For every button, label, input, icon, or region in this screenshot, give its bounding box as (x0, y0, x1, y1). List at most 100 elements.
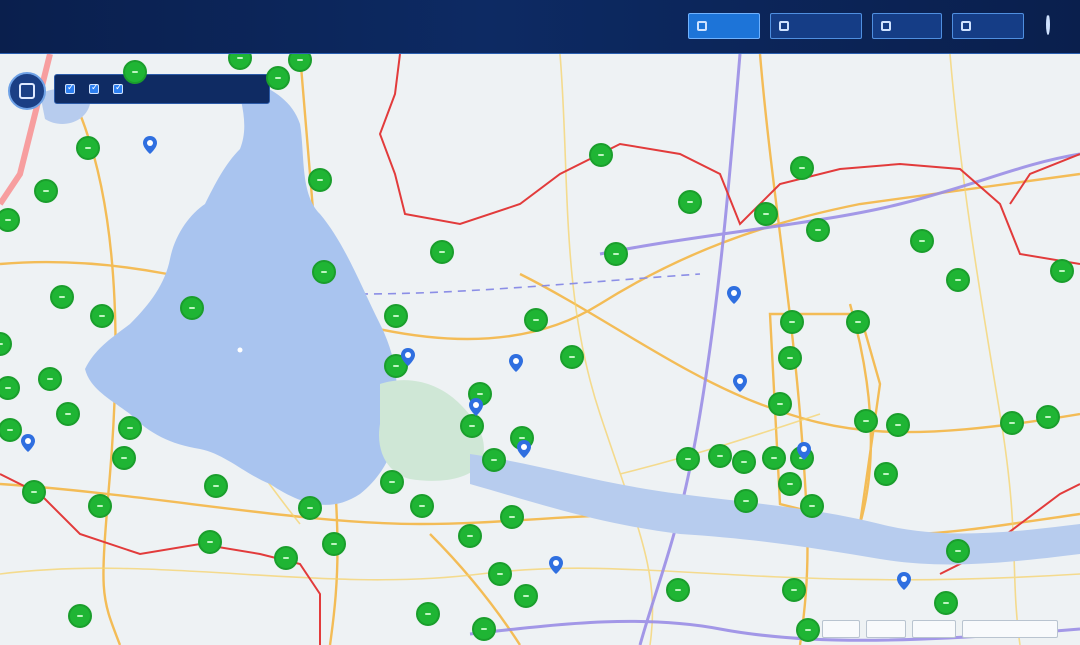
station-marker[interactable] (762, 446, 786, 470)
station-marker[interactable] (322, 532, 346, 556)
station-marker[interactable] (482, 448, 506, 472)
station-marker[interactable] (732, 450, 756, 474)
station-marker[interactable] (204, 474, 228, 498)
marker-number (65, 413, 71, 415)
marker-number (809, 505, 815, 507)
station-marker[interactable] (666, 578, 690, 602)
location-pin-icon[interactable] (401, 348, 415, 366)
station-marker[interactable] (123, 60, 147, 84)
location-pin-icon[interactable] (733, 374, 747, 392)
station-marker[interactable] (676, 447, 700, 471)
marker-number (763, 213, 769, 215)
station-marker[interactable] (410, 494, 434, 518)
station-marker[interactable] (782, 578, 806, 602)
station-marker[interactable] (308, 168, 332, 192)
checkbox-checked-icon[interactable] (89, 82, 99, 94)
station-marker[interactable] (274, 546, 298, 570)
nav-button-3[interactable] (872, 13, 942, 39)
location-pin-icon[interactable] (897, 572, 911, 590)
station-marker[interactable] (500, 505, 524, 529)
checkbox-checked-icon[interactable] (113, 82, 123, 94)
station-marker[interactable] (198, 530, 222, 554)
station-marker[interactable] (22, 480, 46, 504)
location-pin-icon[interactable] (469, 398, 483, 416)
station-marker[interactable] (380, 470, 404, 494)
station-marker[interactable] (708, 444, 732, 468)
location-pin-icon[interactable] (517, 440, 531, 458)
layer-checkbox-1[interactable] (65, 82, 79, 94)
station-marker[interactable] (946, 539, 970, 563)
station-marker[interactable] (298, 496, 322, 520)
station-marker[interactable] (458, 524, 482, 548)
map-control-3[interactable] (912, 620, 956, 638)
location-pin-icon[interactable] (509, 354, 523, 372)
station-marker[interactable] (678, 190, 702, 214)
marker-number (799, 167, 805, 169)
station-marker[interactable] (806, 218, 830, 242)
station-marker[interactable] (112, 446, 136, 470)
station-marker[interactable] (56, 402, 80, 426)
station-marker[interactable] (790, 156, 814, 180)
nav-button-2[interactable] (770, 13, 862, 39)
station-marker[interactable] (604, 242, 628, 266)
location-pin-icon[interactable] (143, 136, 157, 154)
marker-number (481, 628, 487, 630)
station-marker[interactable] (846, 310, 870, 334)
station-marker[interactable] (90, 304, 114, 328)
location-pin-icon[interactable] (549, 556, 563, 574)
station-marker[interactable] (34, 179, 58, 203)
station-marker[interactable] (780, 310, 804, 334)
station-marker[interactable] (460, 414, 484, 438)
station-marker[interactable] (1050, 259, 1074, 283)
station-marker[interactable] (910, 229, 934, 253)
location-pin-icon[interactable] (797, 442, 811, 460)
station-marker[interactable] (1000, 411, 1024, 435)
station-marker[interactable] (754, 202, 778, 226)
marker-number (1009, 422, 1015, 424)
station-marker[interactable] (180, 296, 204, 320)
station-marker[interactable] (800, 494, 824, 518)
location-pin-icon[interactable] (727, 286, 741, 304)
station-marker[interactable] (524, 308, 548, 332)
station-marker[interactable] (384, 304, 408, 328)
marker-number (787, 483, 793, 485)
logout-button[interactable] (1046, 14, 1074, 36)
station-marker[interactable] (416, 602, 440, 626)
checkbox-checked-icon[interactable] (65, 82, 75, 94)
station-marker[interactable] (768, 392, 792, 416)
map-control-2[interactable] (866, 620, 906, 638)
station-marker[interactable] (312, 260, 336, 284)
station-marker[interactable] (430, 240, 454, 264)
station-marker[interactable] (514, 584, 538, 608)
station-marker[interactable] (796, 618, 820, 642)
station-marker[interactable] (50, 285, 74, 309)
station-marker[interactable] (589, 143, 613, 167)
map-control-1[interactable] (822, 620, 860, 638)
nav-button-1[interactable] (688, 13, 760, 39)
station-marker[interactable] (778, 472, 802, 496)
station-marker[interactable] (734, 489, 758, 513)
station-marker[interactable] (946, 268, 970, 292)
map-canvas[interactable] (0, 54, 1080, 645)
station-marker[interactable] (854, 409, 878, 433)
layers-button[interactable] (8, 72, 46, 110)
station-marker[interactable] (488, 562, 512, 586)
layer-checkbox-2[interactable] (89, 82, 103, 94)
station-marker[interactable] (68, 604, 92, 628)
location-pin-icon[interactable] (21, 434, 35, 452)
station-marker[interactable] (1036, 405, 1060, 429)
station-marker[interactable] (88, 494, 112, 518)
station-marker[interactable] (38, 367, 62, 391)
map-control-4[interactable] (962, 620, 1058, 638)
station-marker[interactable] (560, 345, 584, 369)
station-marker[interactable] (778, 346, 802, 370)
station-marker[interactable] (118, 416, 142, 440)
nav-button-4[interactable] (952, 13, 1024, 39)
station-marker[interactable] (934, 591, 958, 615)
station-marker[interactable] (266, 66, 290, 90)
station-marker[interactable] (886, 413, 910, 437)
station-marker[interactable] (76, 136, 100, 160)
station-marker[interactable] (472, 617, 496, 641)
layer-checkbox-3[interactable] (113, 82, 127, 94)
station-marker[interactable] (874, 462, 898, 486)
